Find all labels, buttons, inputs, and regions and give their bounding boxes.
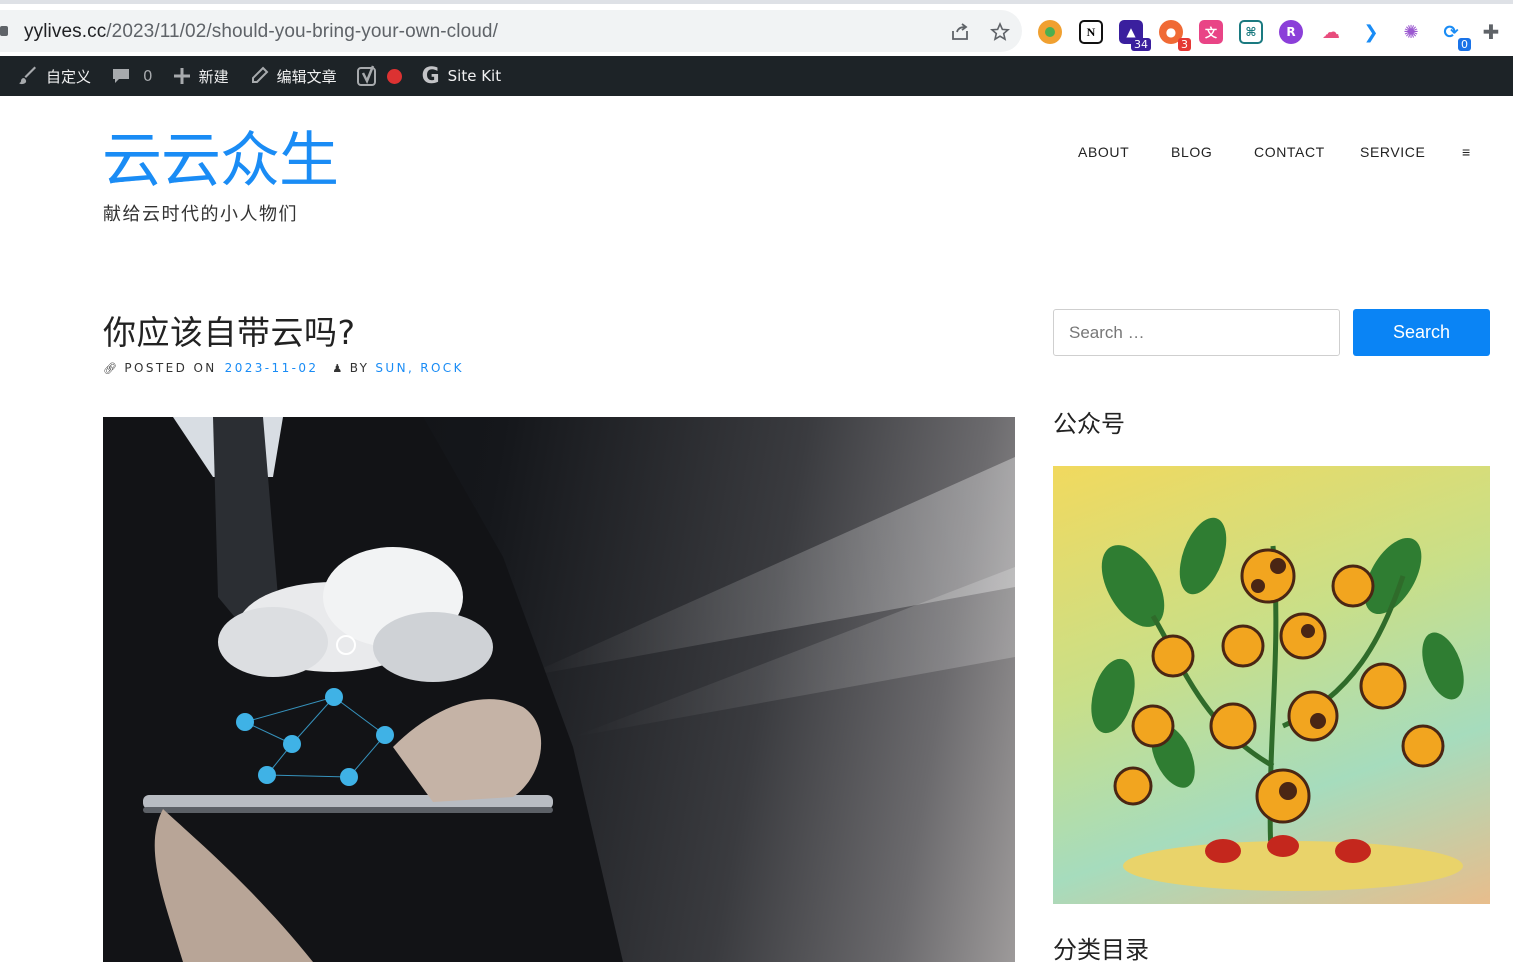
- bubbles-icon[interactable]: ● 3: [1159, 20, 1191, 51]
- comments-link[interactable]: 0: [101, 56, 163, 96]
- author-link-rock[interactable]: ROCK: [420, 361, 464, 375]
- bubbles-badge: 3: [1178, 38, 1191, 51]
- nav-about[interactable]: ABOUT: [1078, 144, 1129, 160]
- pencil-icon: [249, 66, 269, 86]
- yoast-icon: [356, 65, 379, 87]
- new-content-link[interactable]: 新建: [163, 56, 239, 96]
- comment-icon: [111, 66, 131, 86]
- cloud-ext-icon[interactable]: ☁: [1319, 20, 1343, 44]
- yoast-seo-link[interactable]: [347, 56, 412, 96]
- browser-toolbar: yylives.cc/2023/11/02/should-you-bring-y…: [0, 0, 1513, 56]
- posted-on-label: POSTED ON: [124, 361, 217, 375]
- site-kit-label: Site Kit: [447, 67, 502, 85]
- url-path: /2023/11/02/should-you-bring-your-own-cl…: [106, 21, 498, 42]
- lock-icon[interactable]: [0, 26, 8, 36]
- nav-service[interactable]: SERVICE: [1360, 144, 1425, 160]
- grid-icon[interactable]: ⌘: [1239, 20, 1263, 44]
- author-link-sun[interactable]: SUN: [375, 361, 408, 375]
- address-bar[interactable]: yylives.cc/2023/11/02/should-you-bring-y…: [0, 10, 1022, 52]
- purple-ext-icon[interactable]: R: [1279, 20, 1303, 44]
- puzzle-icon[interactable]: ✚: [1479, 20, 1503, 44]
- new-label: 新建: [198, 67, 229, 86]
- search-input[interactable]: [1053, 309, 1340, 356]
- url-text[interactable]: yylives.cc/2023/11/02/should-you-bring-y…: [24, 21, 498, 43]
- user-icon: ♟: [332, 361, 345, 375]
- share-icon[interactable]: [948, 20, 972, 44]
- wp-admin-bar: 自定义 0 新建 编辑文章 G Site Kit: [0, 56, 1513, 96]
- nav-blog[interactable]: BLOG: [1171, 144, 1212, 160]
- seo-status-dot: [386, 68, 402, 84]
- customize-link[interactable]: 自定义: [0, 56, 101, 96]
- link-icon: 🔗︎: [103, 361, 120, 375]
- brush-icon: [18, 66, 38, 86]
- post-title: 你应该自带云吗?: [103, 313, 356, 352]
- notion-icon[interactable]: N: [1079, 20, 1103, 44]
- ext-circle-icon[interactable]: [1038, 20, 1062, 44]
- translate-icon[interactable]: 文: [1199, 20, 1223, 44]
- sync-icon[interactable]: ⟳ 0: [1439, 20, 1471, 51]
- edit-post-link[interactable]: 编辑文章: [239, 56, 347, 96]
- edit-label: 编辑文章: [276, 67, 337, 86]
- featured-image: [103, 417, 1015, 962]
- widget-title-wechat: 公众号: [1053, 410, 1125, 438]
- site-title[interactable]: 云云众生: [102, 126, 339, 196]
- widget-title-categories: 分类目录: [1053, 936, 1149, 962]
- by-label: BY: [349, 361, 370, 375]
- search-button[interactable]: Search: [1353, 309, 1490, 356]
- url-host: yylives.cc: [24, 21, 107, 42]
- customize-label: 自定义: [46, 67, 92, 86]
- menu-toggle-icon[interactable]: ≡: [1462, 144, 1471, 160]
- google-g-icon: G: [421, 63, 440, 89]
- wechat-account-image: [1053, 466, 1490, 904]
- post-meta: 🔗︎ POSTED ON 2023-11-02 ♟ BY SUN , ROCK: [103, 361, 464, 375]
- site-description: 献给云时代的小人物们: [103, 204, 298, 225]
- openai-icon[interactable]: ✺: [1399, 20, 1423, 44]
- site-kit-link[interactable]: G Site Kit: [412, 56, 512, 96]
- hat-badge: 34: [1131, 38, 1151, 51]
- pin-ext-icon[interactable]: ❯: [1359, 20, 1383, 44]
- nav-contact[interactable]: CONTACT: [1254, 144, 1325, 160]
- post-date-link[interactable]: 2023-11-02: [225, 361, 319, 375]
- sync-badge: 0: [1458, 38, 1471, 51]
- comments-count: 0: [143, 67, 153, 85]
- bookmark-star-icon[interactable]: [988, 20, 1012, 44]
- hat-icon[interactable]: ▲ 34: [1119, 20, 1151, 51]
- plus-icon: [173, 67, 191, 85]
- author-separator: ,: [407, 361, 415, 375]
